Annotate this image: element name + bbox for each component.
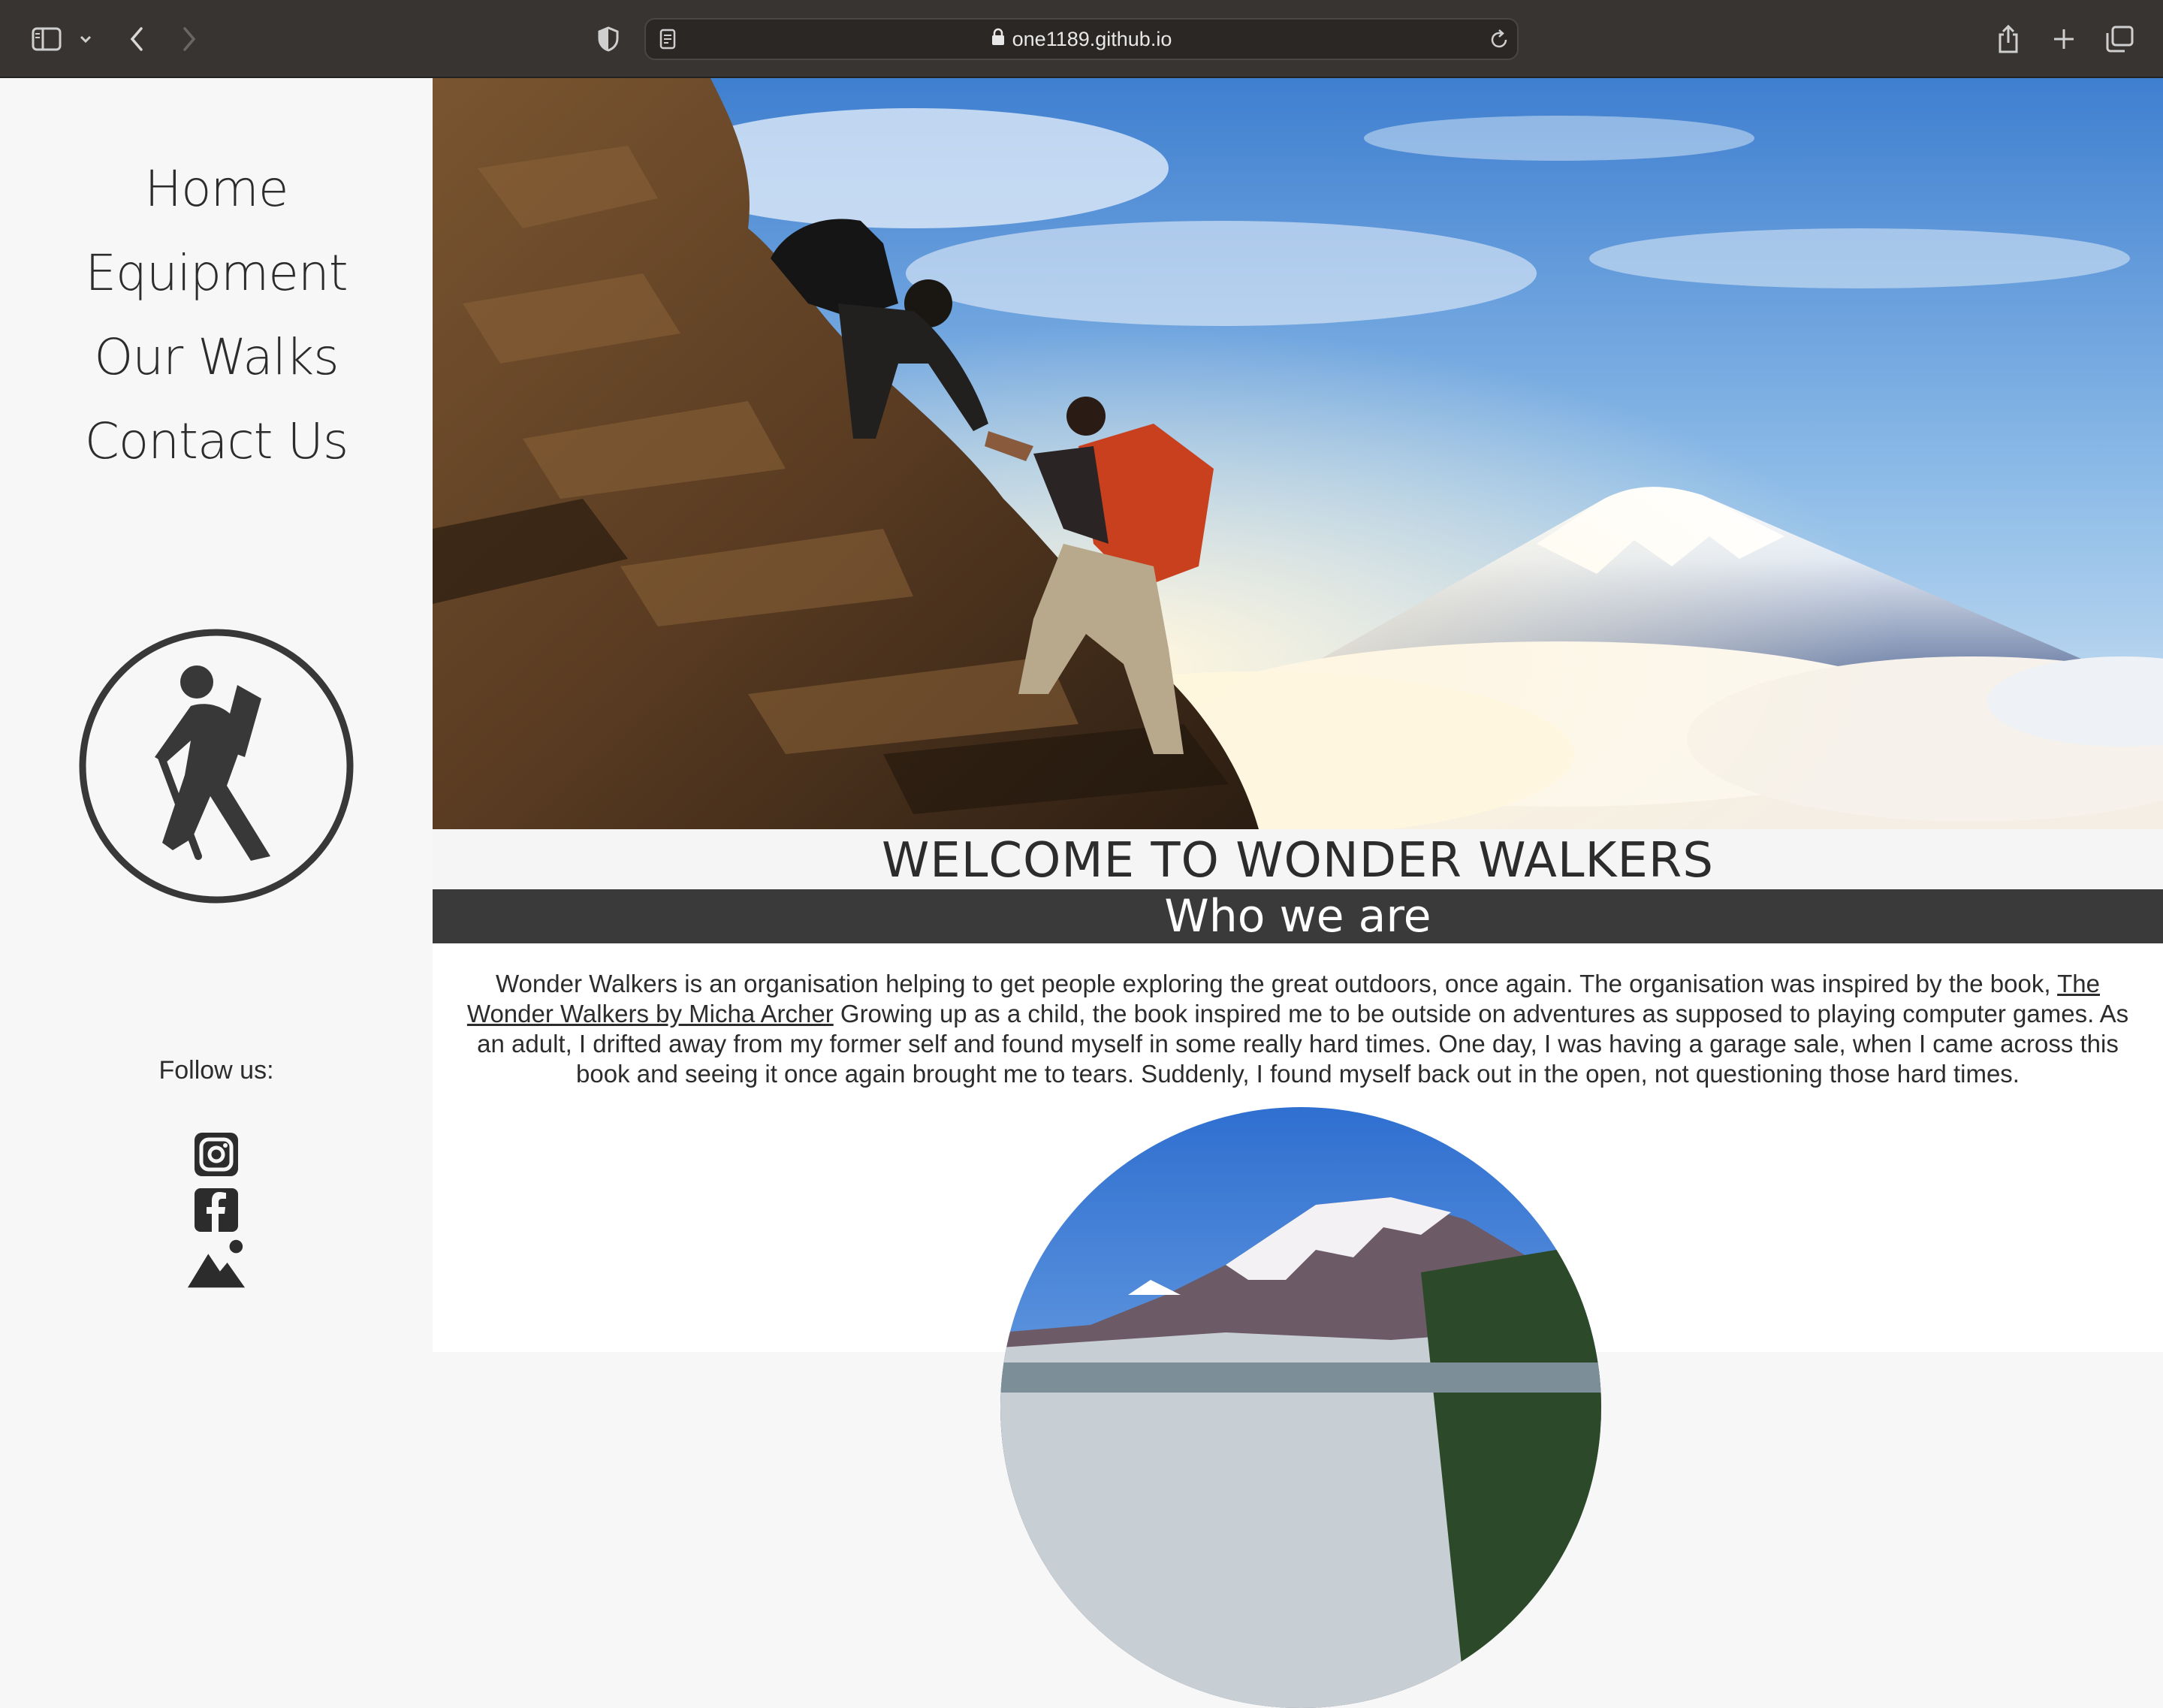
nav-contact-us[interactable]: Contact Us xyxy=(0,400,433,484)
reload-icon[interactable] xyxy=(1486,20,1513,59)
section-title: Who we are xyxy=(433,889,2163,943)
lock-icon xyxy=(991,28,1005,51)
chevron-down-icon[interactable] xyxy=(75,18,96,60)
snowy-mountain-photo xyxy=(1000,1107,1601,1708)
sidebar: Home Equipment Our Walks Contact Us Foll… xyxy=(0,78,433,1352)
tabs-icon[interactable] xyxy=(2103,18,2136,60)
follow-label: Follow us: xyxy=(158,1056,274,1085)
url-text: one1189.github.io xyxy=(1012,27,1172,50)
url-display: one1189.github.io xyxy=(646,20,1517,59)
back-icon[interactable] xyxy=(122,18,152,60)
sidebar-icon[interactable] xyxy=(27,18,66,60)
about-text-intro: Wonder Walkers is an organisation helpin… xyxy=(496,970,2058,997)
browser-toolbar: one1189.github.io xyxy=(0,0,2163,78)
main-nav: Home Equipment Our Walks Contact Us xyxy=(0,147,433,484)
mountain-icon[interactable] xyxy=(186,1238,246,1290)
nav-home[interactable]: Home xyxy=(0,147,433,231)
shield-icon[interactable] xyxy=(593,18,623,60)
about-paragraph: Wonder Walkers is an organisation helpin… xyxy=(463,969,2133,1089)
plus-icon[interactable] xyxy=(2047,18,2080,60)
hikers-climbing-mountain-photo xyxy=(433,78,2163,829)
main-content: WELCOME TO WONDER WALKERS Who we are Won… xyxy=(433,78,2163,1708)
forward-icon[interactable] xyxy=(174,18,204,60)
share-icon[interactable] xyxy=(1992,18,2025,60)
nav-our-walks[interactable]: Our Walks xyxy=(0,315,433,400)
facebook-icon[interactable] xyxy=(186,1184,246,1236)
instagram-icon[interactable] xyxy=(186,1128,246,1181)
hiker-icon xyxy=(78,628,354,904)
nav-equipment[interactable]: Equipment xyxy=(0,231,433,315)
address-bar[interactable]: one1189.github.io xyxy=(644,18,1519,60)
welcome-title: WELCOME TO WONDER WALKERS xyxy=(433,829,2163,889)
